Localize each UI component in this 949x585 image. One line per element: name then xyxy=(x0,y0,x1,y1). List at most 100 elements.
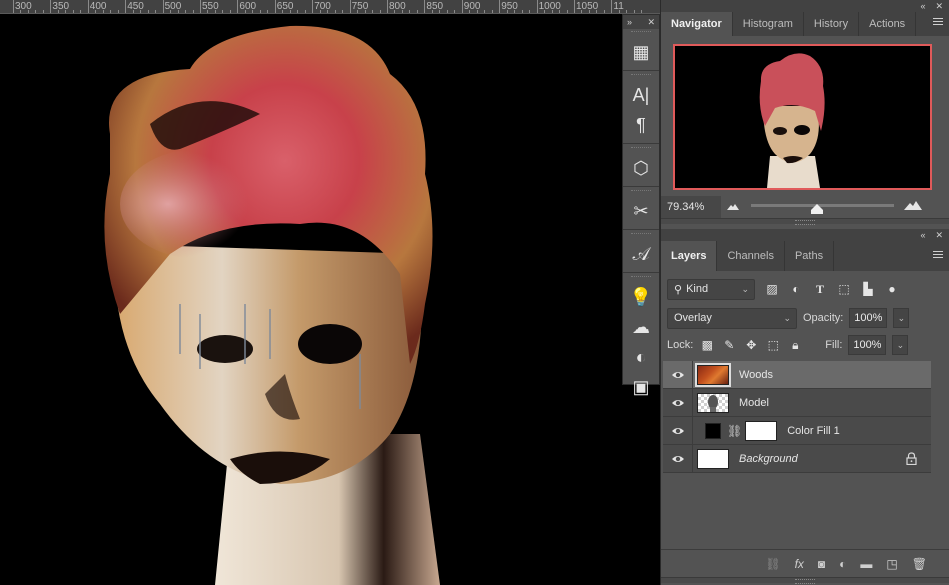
layer-thumbnail[interactable] xyxy=(697,448,729,469)
tab-navigator[interactable]: Navigator xyxy=(661,12,733,36)
fx-icon[interactable]: fx xyxy=(795,557,804,571)
panel-resize-grip[interactable] xyxy=(661,218,949,225)
layer-row[interactable]: ⛓ Color Fill 1 xyxy=(663,416,931,445)
new-layer-icon[interactable]: ◳ xyxy=(886,557,897,571)
tab-histogram[interactable]: Histogram xyxy=(733,12,804,36)
blend-mode-value: Overlay xyxy=(674,312,712,324)
ruler-minor-tick xyxy=(469,10,471,13)
document-canvas[interactable] xyxy=(0,14,622,585)
ruler-minor-tick xyxy=(416,10,418,13)
navigator-zoom-bar: 79.34% xyxy=(661,196,949,218)
ruler-minor-tick xyxy=(551,10,553,13)
ruler-minor-tick xyxy=(342,10,344,13)
ruler-minor-tick xyxy=(491,10,493,13)
panel-menu-icon[interactable] xyxy=(933,18,943,28)
creative-cloud-icon[interactable]: ☁ xyxy=(623,312,659,342)
layer-name[interactable]: Color Fill 1 xyxy=(787,425,840,437)
layer-thumbnail[interactable] xyxy=(697,392,729,413)
zoom-out-icon[interactable] xyxy=(727,202,739,210)
divider xyxy=(623,186,659,187)
ruler-minor-tick xyxy=(259,10,261,13)
collapse-icon[interactable]: « xyxy=(920,230,925,240)
layer-name[interactable]: Model xyxy=(739,397,769,409)
tools-icon[interactable]: ✂ xyxy=(623,196,659,226)
ruler-major-tick xyxy=(424,0,426,13)
ruler-minor-tick xyxy=(603,10,605,13)
ruler-minor-tick xyxy=(297,10,299,13)
visibility-eye-icon[interactable] xyxy=(663,388,693,417)
smart-object-filter-icon[interactable]: ▙ xyxy=(861,282,875,296)
ruler-tick-label: 700 xyxy=(314,1,331,12)
layer-mask-thumbnail[interactable] xyxy=(745,420,778,441)
libraries-icon[interactable]: ▣ xyxy=(623,372,659,402)
blend-mode-select[interactable]: Overlay ⌄ xyxy=(667,307,797,329)
lock-position-icon[interactable]: ✥ xyxy=(743,337,759,353)
ruler-minor-tick xyxy=(185,10,187,13)
paragraph-icon[interactable]: ¶ xyxy=(623,110,659,140)
character-icon[interactable]: A| xyxy=(623,80,659,110)
delete-layer-icon[interactable]: 🗑︎ xyxy=(912,557,927,571)
layer-name[interactable]: Woods xyxy=(739,369,773,381)
ruler-minor-tick xyxy=(304,10,306,13)
collapse-dock-icon[interactable]: « xyxy=(920,1,925,11)
tab-actions[interactable]: Actions xyxy=(859,12,917,36)
ruler-major-tick xyxy=(13,0,14,13)
navigator-preview[interactable] xyxy=(673,44,932,190)
zoom-slider-thumb[interactable] xyxy=(810,204,823,214)
layer-row[interactable]: Model xyxy=(663,388,931,417)
type-filter-icon[interactable]: T xyxy=(813,282,827,296)
adjustment-filter-icon[interactable]: ◐ xyxy=(789,282,803,296)
adjustments-icon[interactable]: ◐ xyxy=(623,342,659,372)
lock-artboard-icon[interactable]: ⬚ xyxy=(765,337,781,353)
opacity-dropdown-button[interactable]: ⌄ xyxy=(893,308,910,328)
layer-thumbnail[interactable] xyxy=(695,362,731,387)
fill-color-swatch[interactable] xyxy=(705,422,721,439)
pixel-filter-icon[interactable]: ▨ xyxy=(765,282,779,296)
ruler-minor-tick xyxy=(581,10,583,13)
panel-resize-grip[interactable] xyxy=(661,577,949,584)
layer-row[interactable]: Woods xyxy=(663,360,931,389)
ruler-minor-tick xyxy=(521,10,523,13)
lock-transparent-pixels-icon[interactable]: ▩ xyxy=(699,337,715,353)
ruler-minor-tick xyxy=(35,10,37,13)
ruler-minor-tick xyxy=(446,10,448,13)
3d-cube-icon[interactable]: ⬡ xyxy=(623,153,659,183)
fill-input[interactable]: 100% xyxy=(848,335,887,355)
grid-icon[interactable]: ▦ xyxy=(623,37,659,67)
layer-name[interactable]: Background xyxy=(739,453,798,465)
fill-dropdown-button[interactable]: ⌄ xyxy=(892,335,909,355)
ruler-tick-label: 450 xyxy=(127,1,144,12)
new-group-icon[interactable]: ▬ xyxy=(860,557,872,571)
layer-row[interactable]: Background xyxy=(663,444,931,473)
zoom-percentage-field[interactable]: 79.34% xyxy=(661,196,721,218)
layer-lock-icon[interactable] xyxy=(906,452,917,470)
filter-toggle-icon[interactable]: ● xyxy=(885,282,899,296)
learn-icon[interactable]: 💡 xyxy=(623,282,659,312)
close-icon[interactable]: ✕ xyxy=(647,17,655,28)
link-layers-icon[interactable]: ⛓ xyxy=(765,557,780,571)
panel-menu-icon[interactable] xyxy=(933,251,943,261)
close-icon[interactable]: ✕ xyxy=(935,230,943,241)
shape-filter-icon[interactable]: ⬚ xyxy=(837,282,851,296)
visibility-eye-icon[interactable] xyxy=(663,444,693,473)
add-mask-icon[interactable]: ◙ xyxy=(818,557,825,571)
close-dock-icon[interactable]: ✕ xyxy=(935,1,943,12)
tab-channels[interactable]: Channels xyxy=(717,241,785,271)
expand-panels-icon[interactable]: » xyxy=(627,17,632,27)
adjustment-layer-icon[interactable]: ◐ xyxy=(839,557,846,571)
link-chain-icon[interactable]: ⛓ xyxy=(727,424,742,438)
horizontal-ruler[interactable]: 300 350 400 450 500 550 600 650 700 750 800 850 900 9… xyxy=(0,0,662,14)
ruler-minor-tick xyxy=(42,10,44,13)
tab-paths[interactable]: Paths xyxy=(785,241,835,271)
opacity-input[interactable]: 100% xyxy=(849,308,888,328)
visibility-eye-icon[interactable] xyxy=(663,416,693,445)
tab-layers[interactable]: Layers xyxy=(661,241,718,271)
glyphs-icon[interactable]: 𝒜 xyxy=(623,239,659,269)
filter-kind-select[interactable]: ⚲ Kind ⌄ xyxy=(667,278,755,300)
zoom-in-icon[interactable] xyxy=(904,200,922,210)
tab-history[interactable]: History xyxy=(804,12,860,36)
visibility-eye-icon[interactable] xyxy=(663,360,693,389)
lock-image-pixels-icon[interactable]: ✎ xyxy=(721,337,737,353)
dock-header: « ✕ xyxy=(661,0,949,12)
lock-all-icon[interactable]: 🔒︎ xyxy=(787,337,803,353)
